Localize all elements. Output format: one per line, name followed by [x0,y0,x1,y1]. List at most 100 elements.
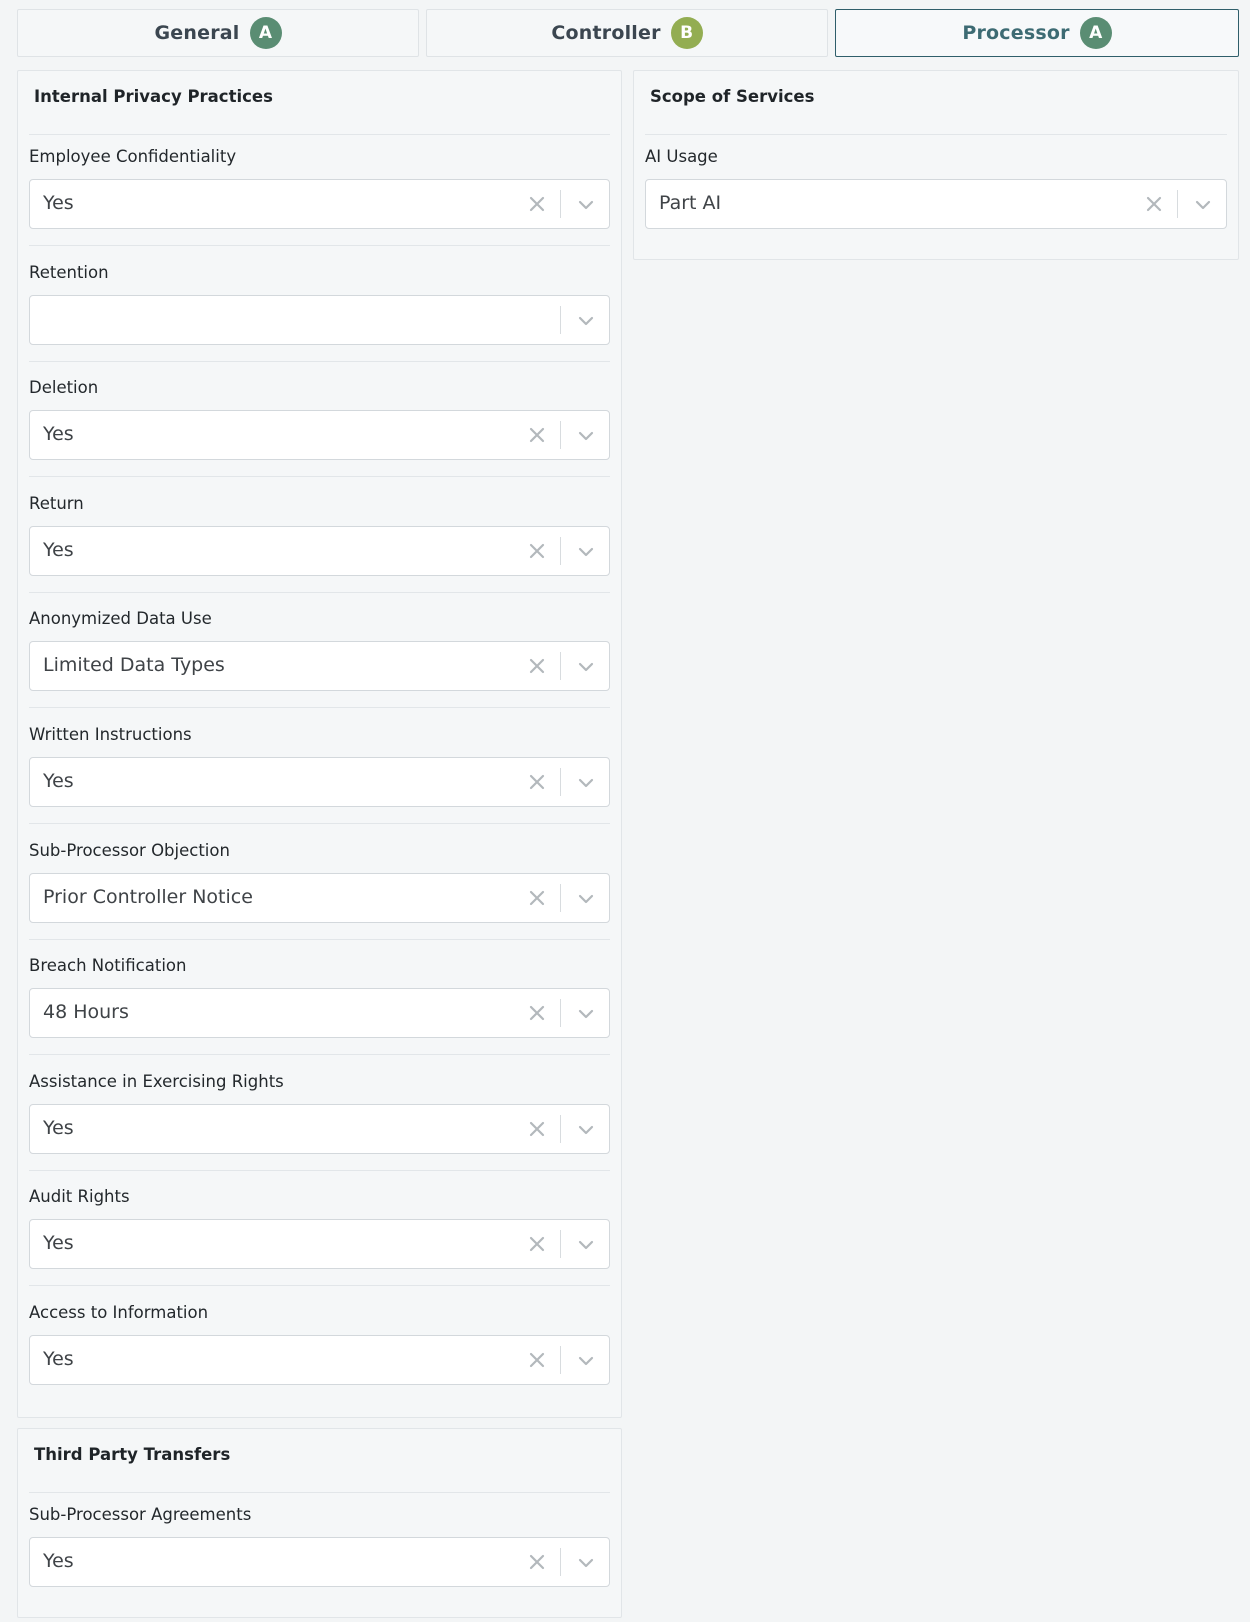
clear-icon[interactable] [527,772,547,792]
field-written-instructions: Written Instructions Yes [29,725,610,841]
clear-icon[interactable] [527,541,547,561]
grade-badge-general: A [249,17,282,49]
tab-controller-label: Controller [551,22,661,44]
clear-icon[interactable] [527,1003,547,1023]
return-select[interactable]: Yes [29,525,610,576]
select-separator [560,999,561,1028]
field-breach-notification: Breach Notification 48 Hours [29,956,610,1072]
field-divider [29,938,610,940]
anonymized-data-use-select[interactable]: Limited Data Types [29,641,610,692]
tab-processor-label: Processor [962,22,1070,44]
select-separator [560,1346,561,1374]
field-label-breach-notification: Breach Notification [29,956,187,976]
chevron-down-icon[interactable] [575,541,597,563]
employee-confidentiality-select[interactable]: Yes [29,179,610,229]
chevron-down-icon[interactable] [575,1119,597,1141]
chevron-down-icon[interactable] [1192,194,1214,216]
sub-processor-agreements-select[interactable]: Yes [29,1537,610,1587]
field-divider [29,707,610,709]
field-anonymized-data-use: Anonymized Data Use Limited Data Types [29,609,610,725]
select-separator [560,1114,561,1143]
chevron-down-icon[interactable] [575,1003,597,1025]
sub-processor-objection-select-value: Prior Controller Notice [43,885,253,908]
chevron-down-icon[interactable] [575,888,597,910]
ai-usage-select-value: Part AI [659,192,722,214]
tab-processor[interactable]: Processor A [835,9,1239,57]
card-divider [29,1492,610,1493]
return-select-value: Yes [43,538,74,561]
field-ai-usage: AI Usage Part AI [645,147,1227,263]
grade-badge-controller: B [670,17,703,49]
third-party-card: Third Party Transfers Sub-Processor Agre… [17,1428,622,1618]
retention-select[interactable] [29,294,610,345]
sub-processor-objection-select[interactable]: Prior Controller Notice [29,872,610,923]
chevron-down-icon[interactable] [575,1234,597,1256]
clear-icon[interactable] [1144,194,1164,214]
employee-confidentiality-select-value: Yes [43,192,74,214]
chevron-down-icon[interactable] [575,772,597,794]
select-separator [560,1548,561,1576]
chevron-down-icon[interactable] [575,425,597,447]
chevron-down-icon[interactable] [575,1350,597,1372]
breach-notification-select[interactable]: 48 Hours [29,988,610,1039]
select-separator [1177,190,1178,218]
select-separator [560,190,561,218]
written-instructions-select-value: Yes [43,770,74,792]
card-title-third-party: Third Party Transfers [34,1445,231,1464]
field-sub-processor-agreements: Sub-Processor Agreements Yes [29,1505,610,1621]
tab-general-label: General [154,22,240,44]
field-divider [29,360,610,362]
field-retention: Retention [29,263,610,379]
clear-icon[interactable] [527,425,547,445]
assistance-in-exercising-rights-select-value: Yes [43,1116,74,1139]
card-divider [645,134,1227,135]
chevron-down-icon[interactable] [575,1552,597,1574]
chevron-down-icon[interactable] [575,656,597,678]
chevron-down-icon[interactable] [575,194,597,216]
tab-general[interactable]: General A [17,9,419,57]
deletion-select[interactable]: Yes [29,410,610,461]
clear-icon[interactable] [527,888,547,908]
select-separator [560,1230,561,1259]
field-label-sub-processor-agreements: Sub-Processor Agreements [29,1505,252,1524]
field-label-anonymized-data-use: Anonymized Data Use [29,609,212,629]
processor-tabs: General A Controller B Processor A [17,9,1239,59]
select-separator [560,536,561,565]
clear-icon[interactable] [527,1350,547,1370]
grade-badge-processor: A [1079,17,1112,49]
field-divider [29,1169,610,1171]
field-divider [29,1285,610,1287]
access-to-information-select-value: Yes [43,1348,74,1370]
field-assistance-in-exercising-rights: Assistance in Exercising Rights Yes [29,1072,610,1188]
field-label-return: Return [29,493,84,513]
tab-controller[interactable]: Controller B [426,9,828,57]
card-title-scope: Scope of Services [650,87,815,106]
written-instructions-select[interactable]: Yes [29,757,610,807]
field-sub-processor-objection: Sub-Processor Objection Prior Controller … [29,841,610,957]
field-label-audit-rights: Audit Rights [29,1187,130,1207]
audit-rights-select-value: Yes [43,1232,74,1255]
assistance-in-exercising-rights-select[interactable]: Yes [29,1103,610,1154]
field-label-ai-usage: AI Usage [645,147,718,166]
field-access-to-information: Access to Information Yes [29,1303,610,1419]
select-separator [560,305,561,334]
field-label-retention: Retention [29,262,109,282]
chevron-down-icon[interactable] [575,310,597,332]
audit-rights-select[interactable]: Yes [29,1219,610,1270]
access-to-information-select[interactable]: Yes [29,1335,610,1385]
clear-icon[interactable] [527,1552,547,1572]
clear-icon[interactable] [527,1119,547,1139]
field-divider [29,476,610,478]
internal-privacy-card: Internal Privacy Practices Employee Conf… [17,70,622,1418]
field-employee-confidentiality: Employee Confidentiality Yes [29,147,610,263]
field-label-deletion: Deletion [29,378,99,398]
field-label-assistance-in-exercising-rights: Assistance in Exercising Rights [29,1071,284,1091]
clear-icon[interactable] [527,656,547,676]
breach-notification-select-value: 48 Hours [43,1001,129,1024]
scope-card: Scope of Services AI Usage Part AI [633,70,1239,260]
field-divider [29,245,610,246]
ai-usage-select[interactable]: Part AI [645,179,1227,229]
field-audit-rights: Audit Rights Yes [29,1187,610,1303]
clear-icon[interactable] [527,194,547,214]
clear-icon[interactable] [527,1234,547,1254]
